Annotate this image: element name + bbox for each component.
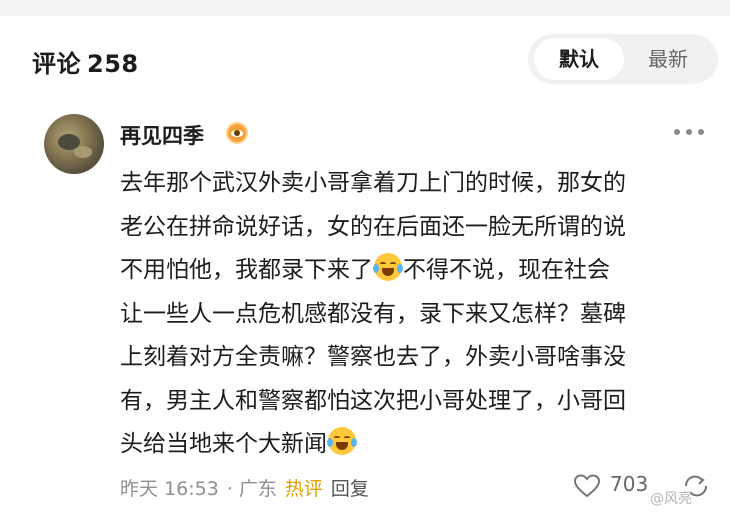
- comment-text: 去年那个武汉外卖小哥拿着刀上门的时候，那女的 老公在拼命说好话，女的在后面还一脸…: [120, 162, 700, 467]
- comment-segment: 头给当地来个大新闻: [120, 431, 327, 457]
- more-icon[interactable]: [672, 126, 706, 138]
- badge-pupil: [234, 130, 240, 136]
- like-count: 703: [610, 472, 649, 496]
- avatar[interactable]: [44, 114, 104, 174]
- comment-segment: 不用怕他，我都录下来了: [120, 257, 373, 283]
- comment-line: 头给当地来个大新闻: [120, 423, 700, 467]
- laughing-crying-emoji: [327, 427, 357, 455]
- comment-line: 上刻着对方全责嘛？警察也去了，外卖小哥啥事没: [120, 344, 626, 370]
- fan-badge-icon[interactable]: [226, 122, 248, 144]
- comment-meta: 昨天 16:53 · 广东 热评 回复: [120, 474, 377, 501]
- heart-icon[interactable]: [574, 474, 600, 498]
- comment-segment: 不得不说，现在社会: [403, 257, 610, 283]
- comments-title: 评论 258: [32, 44, 139, 79]
- top-strip: [0, 0, 730, 16]
- comments-header: 评论 258 默认 最新: [0, 16, 730, 102]
- sort-default-tab[interactable]: 默认: [534, 38, 624, 80]
- comments-title-label: 评论: [32, 50, 81, 78]
- comments-count: 258: [87, 50, 139, 78]
- comment-line: 老公在拼命说好话，女的在后面还一脸无所谓的说: [120, 213, 626, 240]
- laughing-crying-emoji: [373, 253, 403, 281]
- comment-time: 昨天 16:53: [120, 478, 219, 500]
- avatar-detail: [74, 146, 92, 158]
- sort-latest-tab[interactable]: 最新: [623, 38, 713, 80]
- comment-line: 让一些人一点危机感都没有，录下来又怎样？墓碑: [120, 300, 626, 327]
- comment-item: 再见四季 去年那个武汉外卖小哥拿着刀上门的时候，那女的 老公在拼命说好话，女的在…: [0, 102, 730, 517]
- username[interactable]: 再见四季: [120, 120, 204, 150]
- watermark: @风亮: [650, 491, 692, 507]
- comment-line: 不用怕他，我都录下来了 不得不说，现在社会: [120, 249, 700, 293]
- hot-comment-badge: 热评: [284, 478, 323, 500]
- comment-line: 去年那个武汉外卖小哥拿着刀上门的时候，那女的: [120, 170, 626, 196]
- sort-toggle: 默认 最新: [528, 34, 718, 84]
- comment-location: · 广东: [226, 478, 277, 500]
- comment-line: 有，男主人和警察都怕这次把小哥处理了，小哥回: [120, 387, 626, 414]
- reply-button[interactable]: 回复: [331, 478, 369, 500]
